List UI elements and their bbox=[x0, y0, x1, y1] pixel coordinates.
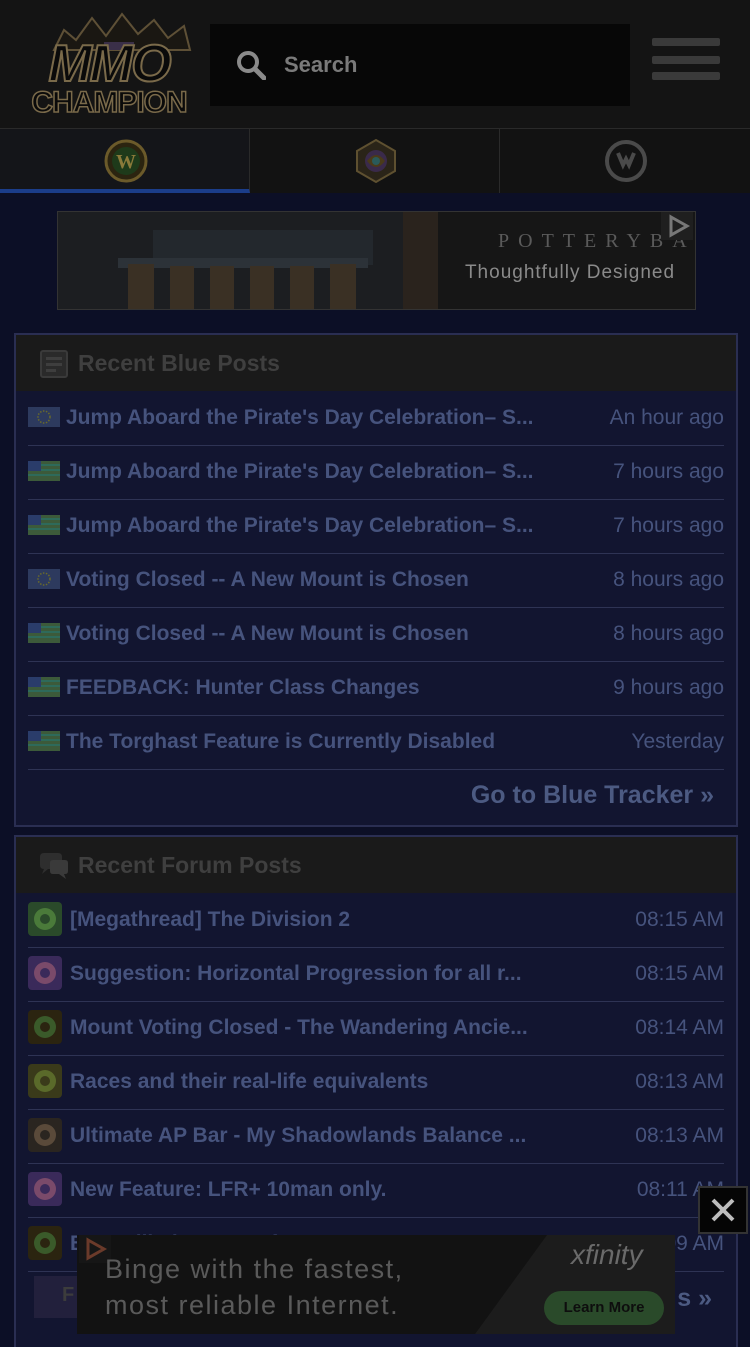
blue-post-time: 7 hours ago bbox=[613, 460, 724, 483]
tab-world-of-warcraft[interactable]: W bbox=[0, 129, 250, 193]
close-icon bbox=[711, 1198, 735, 1222]
blue-post-title[interactable]: Voting Closed -- A New Mount is Chosen bbox=[66, 568, 469, 592]
forum-post-time: 08:15 AM bbox=[635, 908, 724, 931]
blue-post-time: 9 hours ago bbox=[613, 676, 724, 699]
forum-post-row[interactable]: Mount Voting Closed - The Wandering Anci… bbox=[28, 1001, 724, 1056]
wow-forum-icon bbox=[28, 1010, 62, 1044]
panel-header: Recent Forum Posts bbox=[16, 837, 736, 893]
hearthstone-icon bbox=[356, 139, 396, 183]
panel-title: Recent Forum Posts bbox=[78, 852, 302, 878]
blue-post-title[interactable]: Voting Closed -- A New Mount is Chosen bbox=[66, 622, 469, 646]
blue-post-title[interactable]: Jump Aboard the Pirate's Day Celebration… bbox=[66, 406, 534, 430]
blue-post-row[interactable]: Voting Closed -- A New Mount is Chosen 8 … bbox=[28, 607, 724, 662]
adchoices-icon[interactable] bbox=[661, 212, 693, 240]
menu-icon[interactable] bbox=[652, 38, 722, 82]
wow-icon: W bbox=[104, 139, 148, 183]
forum-post-row[interactable]: New Feature: LFR+ 10man only. 08:11 AM bbox=[28, 1163, 724, 1218]
overwatch-icon bbox=[605, 140, 647, 182]
panel-title: Recent Blue Posts bbox=[78, 350, 280, 376]
eu-flag-icon bbox=[28, 569, 60, 589]
chat-bubbles-icon bbox=[40, 853, 68, 879]
sticky-bottom-advertisement[interactable]: Binge with the fastest, most reliable In… bbox=[77, 1235, 675, 1334]
general-forum-icon bbox=[28, 956, 62, 990]
ad-copy: Binge with the fastest, most reliable In… bbox=[105, 1254, 404, 1320]
blue-post-row[interactable]: The Torghast Feature is Currently Disabl… bbox=[28, 715, 724, 770]
lore-forum-icon bbox=[28, 1064, 62, 1098]
general-forum-icon bbox=[28, 1172, 62, 1206]
blue-post-time: 8 hours ago bbox=[613, 568, 724, 591]
ad-tagline: Thoughtfully Designed bbox=[464, 262, 676, 283]
close-ad-button[interactable] bbox=[698, 1186, 748, 1234]
us-flag-icon bbox=[28, 731, 60, 751]
forum-post-time: 08:13 AM bbox=[635, 1070, 724, 1093]
logo-text-bottom: CHAMPION bbox=[31, 86, 189, 119]
forum-post-title[interactable]: Races and their real-life equivalents bbox=[70, 1070, 428, 1094]
blue-post-time: Yesterday bbox=[631, 730, 724, 753]
forum-post-title[interactable]: [Megathread] The Division 2 bbox=[70, 908, 350, 932]
recent-blue-posts-panel: Recent Blue Posts Jump Aboard the Pirate… bbox=[14, 333, 738, 827]
ad-image bbox=[58, 212, 438, 309]
blue-post-time: 8 hours ago bbox=[613, 622, 724, 645]
us-flag-icon bbox=[28, 677, 60, 697]
forum-post-row[interactable]: Races and their real-life equivalents 08:… bbox=[28, 1055, 724, 1110]
panel-header: Recent Blue Posts bbox=[16, 335, 736, 391]
tab-overwatch[interactable] bbox=[500, 129, 749, 193]
mmo-champion-logo[interactable]: MMO CHAMPION bbox=[18, 12, 200, 118]
us-flag-icon bbox=[28, 461, 60, 481]
forum-post-row[interactable]: [Megathread] The Division 2 08:15 AM bbox=[28, 893, 724, 948]
ad-brand-logo: xfinity bbox=[571, 1239, 643, 1270]
blue-post-time: 7 hours ago bbox=[613, 514, 724, 537]
forum-post-time: 08:15 AM bbox=[635, 962, 724, 985]
forum-post-time: 08:14 AM bbox=[635, 1016, 724, 1039]
blue-post-row[interactable]: Jump Aboard the Pirate's Day Celebration… bbox=[28, 391, 724, 446]
wow-forum-icon bbox=[28, 1226, 62, 1260]
us-flag-icon bbox=[28, 623, 60, 643]
logo-text-top: MMO bbox=[47, 35, 172, 93]
forum-post-time: 08:13 AM bbox=[635, 1124, 724, 1147]
blue-post-title[interactable]: Jump Aboard the Pirate's Day Celebration… bbox=[66, 460, 534, 484]
forum-post-row[interactable]: Suggestion: Horizontal Progression for a… bbox=[28, 947, 724, 1002]
us-flag-icon bbox=[28, 515, 60, 535]
search-icon bbox=[237, 51, 266, 80]
forum-post-title[interactable]: Mount Voting Closed - The Wandering Anci… bbox=[70, 1016, 528, 1040]
go-to-blue-tracker-link[interactable]: Go to Blue Tracker » bbox=[471, 781, 714, 810]
document-icon bbox=[40, 350, 68, 378]
druid-forum-icon bbox=[28, 1118, 62, 1152]
learn-more-button[interactable]: Learn More bbox=[544, 1291, 664, 1325]
blue-post-row[interactable]: Jump Aboard the Pirate's Day Celebration… bbox=[28, 499, 724, 554]
blue-post-row[interactable]: FEEDBACK: Hunter Class Changes 9 hours ag… bbox=[28, 661, 724, 716]
forum-post-title[interactable]: New Feature: LFR+ 10man only. bbox=[70, 1178, 386, 1202]
svg-text:W: W bbox=[116, 151, 136, 173]
advertisement-banner[interactable]: POTTERYBARN Thoughtfully Designed bbox=[57, 211, 696, 310]
blue-post-title[interactable]: FEEDBACK: Hunter Class Changes bbox=[66, 676, 420, 700]
tab-hearthstone[interactable] bbox=[250, 129, 500, 193]
site-header: MMO CHAMPION Search bbox=[0, 0, 750, 129]
game-tabs: W bbox=[0, 129, 750, 193]
blue-post-row[interactable]: Jump Aboard the Pirate's Day Celebration… bbox=[28, 445, 724, 500]
blue-post-time: An hour ago bbox=[609, 406, 724, 429]
search-bar[interactable]: Search bbox=[210, 24, 630, 106]
eu-flag-icon bbox=[28, 407, 60, 427]
blue-post-row[interactable]: Voting Closed -- A New Mount is Chosen 8 … bbox=[28, 553, 724, 608]
search-input[interactable]: Search bbox=[284, 52, 357, 78]
blue-post-title[interactable]: The Torghast Feature is Currently Disabl… bbox=[66, 730, 495, 754]
forum-filter-button[interactable]: F bbox=[34, 1276, 78, 1318]
forum-post-title[interactable]: Ultimate AP Bar - My Shadowlands Balance… bbox=[70, 1124, 526, 1148]
go-to-forums-link[interactable]: s » bbox=[677, 1284, 712, 1313]
forum-post-title[interactable]: Suggestion: Horizontal Progression for a… bbox=[70, 962, 522, 986]
forum-post-row[interactable]: Ultimate AP Bar - My Shadowlands Balance… bbox=[28, 1109, 724, 1164]
blue-post-title[interactable]: Jump Aboard the Pirate's Day Celebration… bbox=[66, 514, 534, 538]
division-forum-icon bbox=[28, 902, 62, 936]
